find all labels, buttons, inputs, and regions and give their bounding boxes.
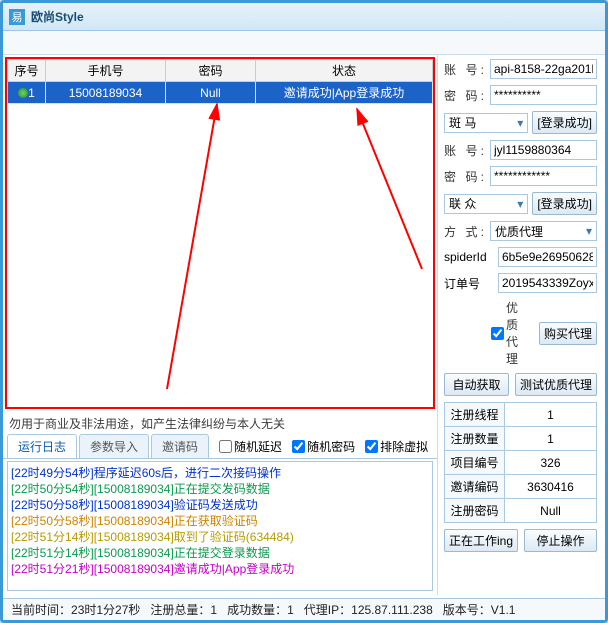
toolbar bbox=[3, 31, 605, 55]
project-cell[interactable]: 326 bbox=[505, 451, 597, 475]
password1-input[interactable] bbox=[490, 85, 597, 105]
chk-exclude-virtual[interactable]: 排除虚拟 bbox=[365, 438, 428, 455]
col-phone[interactable]: 手机号 bbox=[46, 60, 166, 82]
log-line: [22时51分21秒][15008189034]邀请成功|App登录成功 bbox=[11, 561, 429, 577]
log-line: [22时50分58秒][15008189034]正在获取验证码 bbox=[11, 513, 429, 529]
mode-select[interactable]: 优质代理▾ bbox=[490, 221, 597, 241]
login-status1: [登录成功] bbox=[532, 111, 597, 134]
spiderid-input[interactable] bbox=[498, 247, 597, 267]
account1-input[interactable] bbox=[490, 59, 597, 79]
chevron-down-icon: ▾ bbox=[517, 197, 523, 211]
login-status2: [登录成功] bbox=[532, 192, 597, 215]
log-line: [22时50分58秒][15008189034]验证码发送成功 bbox=[11, 497, 429, 513]
log-line: [22时51分14秒][15008189034]取到了验证码(634484) bbox=[11, 529, 429, 545]
platform2-select[interactable]: 联 众▾ bbox=[444, 194, 528, 214]
svg-text:易: 易 bbox=[12, 11, 23, 24]
label: 订单号 bbox=[444, 275, 494, 292]
label: 密 码: bbox=[444, 87, 486, 104]
label: spiderId bbox=[444, 250, 494, 264]
auto-get-button[interactable]: 自动获取 bbox=[444, 373, 509, 396]
chk-random-delay[interactable]: 随机延迟 bbox=[219, 438, 282, 455]
log-line: [22时50分54秒][15008189034]正在提交发码数据 bbox=[11, 481, 429, 497]
chevron-down-icon: ▾ bbox=[517, 116, 523, 130]
chevron-down-icon: ▾ bbox=[586, 224, 592, 238]
log-panel[interactable]: [22时49分54秒]程序延迟60s后，进行二次接码操作 [22时50分54秒]… bbox=[7, 461, 433, 591]
password2-input[interactable] bbox=[490, 166, 597, 186]
app-icon: 易 bbox=[9, 9, 25, 25]
warning-text: 勿用于商业及非法用途，如产生法律纠纷与本人无关 bbox=[9, 415, 431, 432]
status-bar: 当前时间：23时1分27秒 注册总量：1 成功数量：1 代理IP：125.87.… bbox=[3, 598, 605, 620]
label: 账 号: bbox=[444, 142, 486, 159]
tab-strip: 运行日志 参数导入 邀请码 随机延迟 随机密码 排除虚拟 bbox=[3, 432, 437, 459]
invite-cell[interactable]: 3630416 bbox=[505, 475, 597, 499]
tab-params[interactable]: 参数导入 bbox=[79, 434, 149, 458]
chk-random-pwd[interactable]: 随机密码 bbox=[292, 438, 355, 455]
threads-cell[interactable]: 1 bbox=[505, 403, 597, 427]
status-dot-icon bbox=[18, 88, 28, 98]
tab-log[interactable]: 运行日志 bbox=[7, 434, 77, 458]
label: 方 式: bbox=[444, 223, 486, 240]
working-button[interactable]: 正在工作ing bbox=[444, 529, 518, 552]
regpwd-cell[interactable]: Null bbox=[505, 499, 597, 523]
buy-proxy-button[interactable]: 购买代理 bbox=[539, 322, 597, 345]
order-input[interactable] bbox=[498, 273, 597, 293]
log-line: [22时51分14秒][15008189034]正在提交登录数据 bbox=[11, 545, 429, 561]
right-panel: 账 号: 密 码: 斑 马▾ [登录成功] 账 号: 密 码: 联 众▾ [登录… bbox=[438, 55, 603, 595]
chk-good-proxy[interactable]: 优质代理 bbox=[491, 299, 533, 367]
log-line: [22时49分54秒]程序延迟60s后，进行二次接码操作 bbox=[11, 465, 429, 481]
account2-input[interactable] bbox=[490, 140, 597, 160]
window-title: 欧尚Style bbox=[31, 8, 84, 25]
count-cell[interactable]: 1 bbox=[505, 427, 597, 451]
col-status[interactable]: 状态 bbox=[256, 60, 433, 82]
tab-invite[interactable]: 邀请码 bbox=[151, 434, 209, 458]
titlebar[interactable]: 易 欧尚Style bbox=[3, 3, 605, 31]
params-table: 注册线程1 注册数量1 项目编号326 邀请编码3630416 注册密码Null bbox=[444, 402, 597, 523]
app-window: 易 欧尚Style 序号 手机号 密码 状态 1 15008189034 bbox=[0, 0, 608, 623]
col-index[interactable]: 序号 bbox=[8, 60, 46, 82]
label: 账 号: bbox=[444, 61, 486, 78]
table-row[interactable]: 1 15008189034 Null 邀请成功|App登录成功 bbox=[8, 82, 433, 104]
label: 密 码: bbox=[444, 168, 486, 185]
stop-button[interactable]: 停止操作 bbox=[524, 529, 597, 552]
test-proxy-button[interactable]: 测试优质代理 bbox=[515, 373, 597, 396]
col-password[interactable]: 密码 bbox=[166, 60, 256, 82]
platform1-select[interactable]: 斑 马▾ bbox=[444, 113, 528, 133]
data-grid[interactable]: 序号 手机号 密码 状态 1 15008189034 Null 邀请成功|App… bbox=[5, 57, 435, 409]
